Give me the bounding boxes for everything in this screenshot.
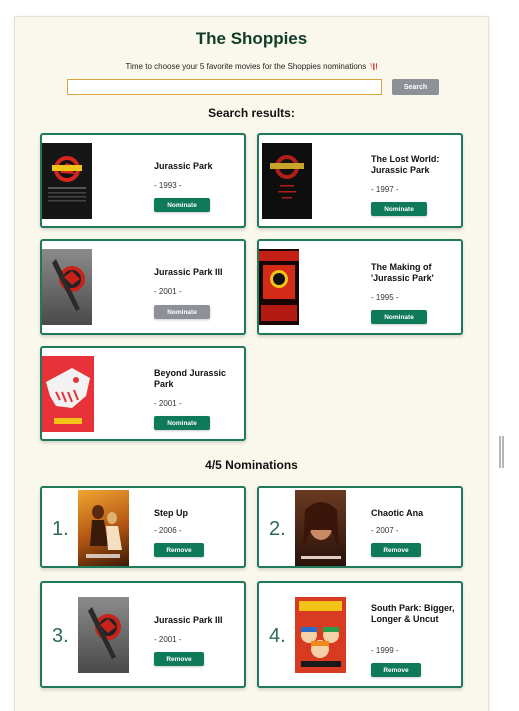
page-subtitle: Time to choose your 5 favorite movies fo…: [15, 62, 488, 71]
movie-poster: [262, 143, 312, 219]
movie-title: Step Up: [154, 508, 189, 518]
result-card: The Lost World: Jurassic Park - 1997 - N…: [257, 133, 463, 228]
popcorn-icon: [370, 63, 378, 70]
movie-poster: [78, 597, 129, 673]
nominate-button-disabled[interactable]: Nominate: [154, 305, 210, 319]
nomination-card: 2. Chaotic Ana - 2007 - Remove: [257, 486, 463, 568]
nomination-rank: 3.: [52, 625, 69, 647]
movie-poster: [259, 249, 299, 325]
movie-title: Jurassic Park III: [154, 615, 223, 625]
result-card: Jurassic Park - 1993 - Nominate: [40, 133, 246, 228]
movie-title: Beyond Jurassic Park: [154, 368, 227, 389]
movie-year: - 1993 -: [154, 181, 182, 190]
nominate-button[interactable]: Nominate: [371, 310, 427, 324]
nominations-heading: 4/5 Nominations: [205, 458, 298, 472]
nomination-rank: 2.: [269, 518, 286, 540]
cartoon-characters-icon: [299, 601, 342, 667]
nomination-card: 4. South Park: Bigger, Longer & Uncut - …: [257, 581, 463, 688]
movie-year: - 2001 -: [154, 635, 182, 644]
movie-poster: [42, 143, 92, 219]
movie-year: - 2001 -: [154, 287, 182, 296]
movie-poster: [295, 490, 346, 566]
jurassic-park-logo-icon: [48, 156, 86, 202]
page-title: The Shoppies: [195, 29, 308, 48]
remove-button[interactable]: Remove: [154, 543, 204, 557]
search-results-heading: Search results:: [208, 106, 295, 120]
movie-year: - 1999 -: [371, 646, 399, 655]
result-card: The Making of 'Jurassic Park' - 1995 - N…: [257, 239, 463, 335]
nomination-rank: 4.: [269, 625, 286, 647]
movie-year: - 2006 -: [154, 526, 182, 535]
nomination-rank: 1.: [52, 518, 69, 540]
movie-title: South Park: Bigger, Longer & Uncut: [371, 603, 455, 624]
movie-year: - 2001 -: [154, 399, 182, 408]
remove-button[interactable]: Remove: [371, 663, 421, 677]
result-card: Beyond Jurassic Park - 2001 - Nominate: [40, 346, 246, 441]
movie-poster: [295, 597, 346, 673]
jurassic-park-3-logo-icon: [52, 259, 85, 311]
movie-title: Jurassic Park III: [154, 267, 223, 277]
search-input[interactable]: [67, 79, 382, 95]
lost-world-logo-icon: [270, 155, 304, 199]
movie-poster: [78, 490, 129, 566]
remove-button[interactable]: Remove: [154, 652, 204, 666]
nominate-button[interactable]: Nominate: [154, 198, 210, 212]
nominate-button[interactable]: Nominate: [371, 202, 427, 216]
search-button[interactable]: Search: [392, 79, 439, 95]
dancers-icon: [86, 505, 122, 558]
result-card: Jurassic Park III - 2001 - Nominate: [40, 239, 246, 335]
portrait-icon: [301, 502, 341, 559]
remove-button[interactable]: Remove: [371, 543, 421, 557]
jurassic-park-3-logo-icon: [88, 607, 121, 659]
movie-poster: [42, 249, 92, 325]
movie-title: The Lost World: Jurassic Park: [371, 154, 440, 175]
subtitle-text: Time to choose your 5 favorite movies fo…: [125, 62, 367, 71]
resize-handle[interactable]: [499, 436, 504, 468]
making-of-poster-icon: [259, 251, 299, 321]
nomination-card: 3. Jurassic Park III - 2001 - Remove: [40, 581, 246, 688]
dinosaur-skull-icon: [46, 368, 90, 424]
movie-title: Jurassic Park: [154, 161, 213, 171]
main-panel: The Shoppies Time to choose your 5 favor…: [14, 16, 489, 711]
movie-year: - 1995 -: [371, 293, 399, 302]
nomination-card: 1. Step Up - 2006 - Remove: [40, 486, 246, 568]
movie-title: Chaotic Ana: [371, 508, 424, 518]
movie-title: The Making of 'Jurassic Park': [371, 262, 434, 283]
movie-year: - 1997 -: [371, 185, 399, 194]
nominate-button[interactable]: Nominate: [154, 416, 210, 430]
movie-year: - 2007 -: [371, 526, 399, 535]
movie-poster: [42, 356, 94, 432]
